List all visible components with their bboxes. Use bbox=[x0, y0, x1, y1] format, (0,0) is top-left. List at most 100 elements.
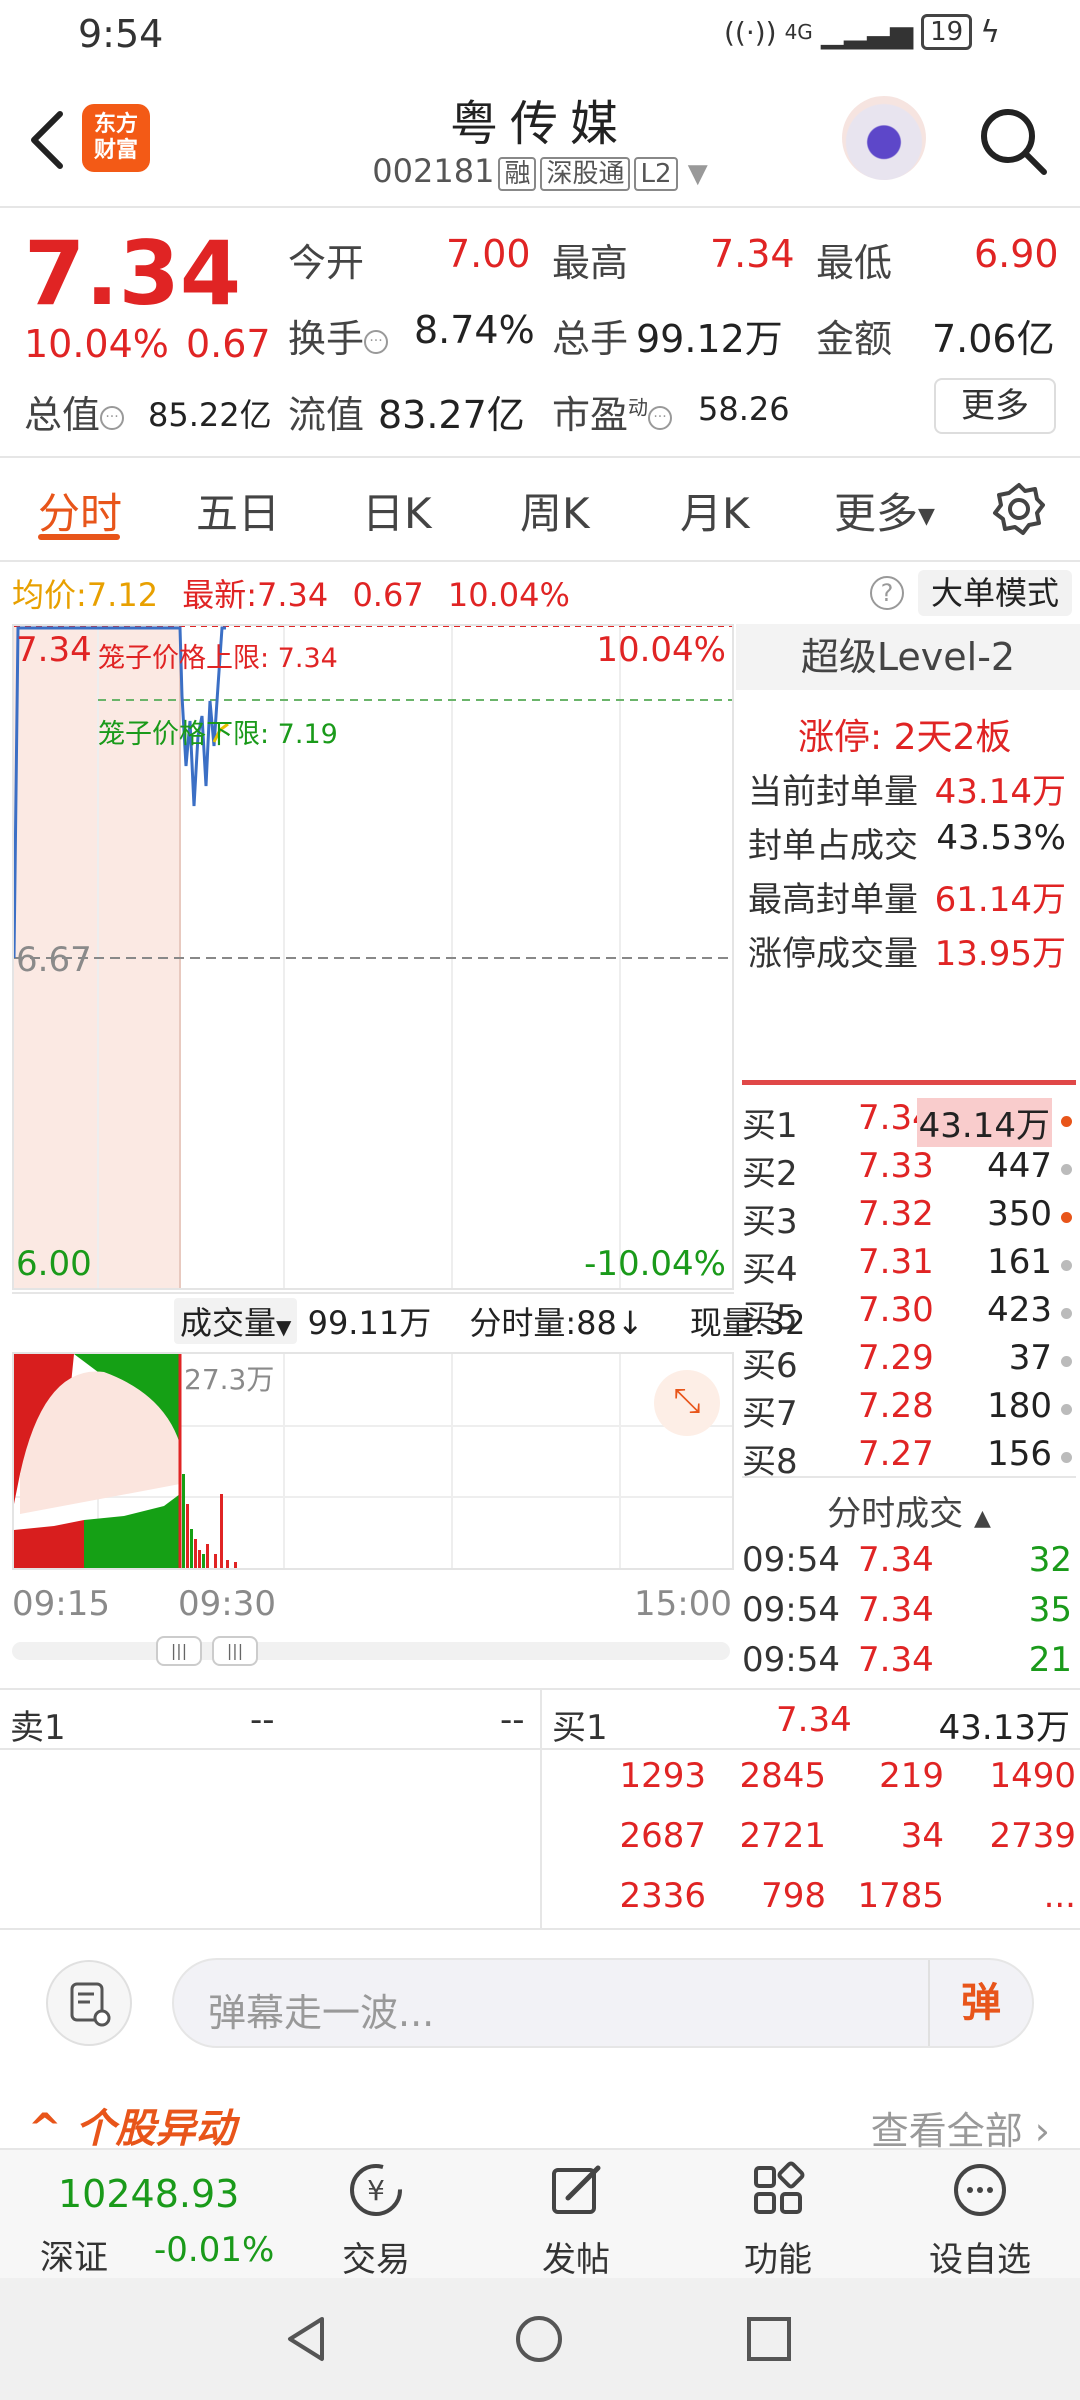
index-change[interactable]: -0.01% bbox=[154, 2230, 274, 2270]
bid-row[interactable]: 买1 7.34 43.14万 bbox=[742, 1098, 1076, 1147]
danmu-send-button[interactable]: 弹 bbox=[928, 1960, 1032, 2046]
caret-down-icon: ▼ bbox=[918, 504, 935, 529]
high-value: 7.34 bbox=[710, 232, 795, 276]
info-dot-icon[interactable]: ··· bbox=[100, 405, 125, 430]
pe-value: 58.26 bbox=[698, 390, 790, 428]
auction-red-base bbox=[14, 1520, 84, 1568]
turnover-value: 8.74% bbox=[414, 308, 535, 352]
bid-price: 7.31 bbox=[858, 1242, 934, 1282]
tab-monthly-k[interactable]: 月K bbox=[680, 480, 750, 541]
nav-function-label: 功能 bbox=[744, 2240, 812, 2280]
nav-add-watchlist-label: 设自选 bbox=[929, 2240, 1031, 2280]
bid-qty: 156 bbox=[987, 1434, 1052, 1474]
level2-title[interactable]: 超级Level-2 bbox=[736, 624, 1080, 690]
volume-bar-row: 成交量▼ 99.11万 分时量:88↓ 现量:32 bbox=[174, 1298, 805, 1344]
low-label: 最低 bbox=[816, 241, 893, 285]
tick-qty: 32 bbox=[1028, 1540, 1072, 1580]
tab-more[interactable]: 更多▼ bbox=[834, 480, 935, 541]
tab-daily-k[interactable]: 日K bbox=[362, 480, 432, 541]
index-value[interactable]: 10248.93 bbox=[58, 2172, 239, 2216]
bid-price: 7.29 bbox=[858, 1338, 934, 1378]
robot-avatar[interactable] bbox=[842, 96, 926, 180]
bid-row[interactable]: 买4 7.31 161 bbox=[742, 1242, 1076, 1290]
info-dot-icon[interactable]: ··· bbox=[648, 405, 673, 430]
bid-price: 7.32 bbox=[858, 1194, 934, 1234]
anomaly-section-title[interactable]: ^ 个股异动 bbox=[28, 2096, 235, 2154]
chart-mid-price: 6.67 bbox=[16, 940, 92, 980]
chart-scrollbar[interactable] bbox=[12, 1642, 730, 1660]
system-recents-icon[interactable] bbox=[744, 2314, 794, 2364]
volume-svg bbox=[14, 1354, 732, 1568]
board-buy-price: 7.34 bbox=[776, 1700, 852, 1740]
svg-text:¥: ¥ bbox=[367, 2174, 385, 2207]
tick-time: 09:54 bbox=[742, 1640, 840, 1680]
queue-order-qty: 2739 bbox=[989, 1816, 1076, 1856]
divider bbox=[0, 1928, 1080, 1930]
bid-price: 7.33 bbox=[858, 1146, 934, 1186]
l2-row-value: 61.14万 bbox=[934, 880, 1066, 920]
bid-qty: 350 bbox=[987, 1194, 1052, 1234]
avg-value: 7.12 bbox=[86, 576, 159, 614]
more-button[interactable]: 更多 bbox=[934, 378, 1056, 434]
volume-selector[interactable]: 成交量▼ bbox=[174, 1298, 298, 1344]
tab-weekly-k[interactable]: 周K bbox=[520, 480, 590, 541]
intraday-chart[interactable]: 7.34 笼子价格上限: 7.34 10.04% 笼子价格下限: 7.19 6.… bbox=[12, 624, 734, 1290]
scroll-handle-left[interactable]: ||| bbox=[156, 1636, 202, 1666]
volume-chart[interactable]: 27.3万 ⤡ bbox=[12, 1352, 734, 1570]
queue-order-qty: 34 bbox=[900, 1816, 944, 1856]
danmu-settings-icon[interactable] bbox=[46, 1960, 132, 2046]
bid-row[interactable]: 买7 7.28 180 bbox=[742, 1386, 1076, 1434]
ticks-title[interactable]: 分时成交 ▲ bbox=[742, 1486, 1076, 1535]
network-label: 4G bbox=[784, 20, 813, 44]
dropdown-icon[interactable]: ▼ bbox=[688, 159, 708, 189]
bid-row[interactable]: 买6 7.29 37 bbox=[742, 1338, 1076, 1386]
bid-dot-icon bbox=[1061, 1404, 1072, 1415]
nav-trade[interactable]: ¥ 交易 bbox=[306, 2160, 446, 2280]
system-home-icon[interactable] bbox=[514, 2314, 564, 2364]
search-icon[interactable] bbox=[978, 106, 1048, 176]
battery-icon: 19 bbox=[921, 14, 973, 50]
see-all-link[interactable]: 查看全部 › bbox=[871, 2100, 1050, 2155]
l2-row-value: 13.95万 bbox=[934, 934, 1066, 974]
scroll-handle-right[interactable]: ||| bbox=[212, 1636, 258, 1666]
tab-intraday[interactable]: 分时 bbox=[38, 480, 122, 541]
big-order-mode-button[interactable]: 大单模式 bbox=[918, 570, 1072, 616]
nav-post[interactable]: 发帖 bbox=[506, 2160, 646, 2280]
tick-row: 09:54 7.34 21 bbox=[742, 1640, 1076, 1688]
nav-function[interactable]: 功能 bbox=[708, 2160, 848, 2280]
settings-gear-icon[interactable] bbox=[992, 482, 1046, 536]
limit-up-info: 涨停: 2天2板 bbox=[798, 717, 1012, 758]
grid-icon bbox=[754, 2161, 805, 2214]
tick-qty: 21 bbox=[1028, 1640, 1072, 1680]
l2-row-label: 当前封单量 bbox=[748, 772, 918, 812]
tick-qty: 35 bbox=[1028, 1590, 1072, 1630]
chart-top-price: 7.34 bbox=[16, 630, 92, 670]
tick-time: 09:54 bbox=[742, 1590, 840, 1630]
nav-add-watchlist[interactable]: 设自选 bbox=[910, 2160, 1050, 2280]
expand-icon[interactable]: ⤡ bbox=[654, 1370, 720, 1436]
tick-row: 09:54 7.34 35 bbox=[742, 1590, 1076, 1638]
volume-label: 成交量 bbox=[180, 1304, 277, 1342]
queue-order-qty: 2687 bbox=[619, 1816, 706, 1856]
bid-qty: 447 bbox=[987, 1146, 1052, 1186]
amount-value: 7.06亿 bbox=[932, 317, 1055, 361]
bid-row[interactable]: 买8 7.27 156 bbox=[742, 1434, 1076, 1482]
mktcap-value: 85.22亿 bbox=[148, 396, 272, 434]
current-price: 7.34 bbox=[24, 222, 242, 325]
ticks-title-label: 分时成交 bbox=[827, 1494, 964, 1534]
board-buy-qty: 43.13万 bbox=[938, 1708, 1070, 1748]
index-name[interactable]: 深证 bbox=[40, 2230, 108, 2279]
bid-row[interactable]: 买3 7.32 350 bbox=[742, 1194, 1076, 1242]
bid-dot-icon bbox=[1061, 1212, 1072, 1223]
board-sell-qty: -- bbox=[500, 1700, 525, 1740]
caret-down-icon: ▼ bbox=[276, 1315, 292, 1339]
system-back-icon[interactable] bbox=[282, 2314, 332, 2364]
help-icon[interactable]: ? bbox=[870, 576, 904, 610]
info-dot-icon[interactable]: ··· bbox=[364, 329, 389, 354]
tab-five-day[interactable]: 五日 bbox=[196, 480, 280, 541]
buy-order-queue: 1293 2845 219 1490 2687 2721 34 2739 2336 798 1785… bbox=[542, 1756, 1080, 1936]
more-dots-icon bbox=[954, 2164, 1006, 2216]
latest-value: 7.34 bbox=[257, 576, 329, 614]
bid-row[interactable]: 买2 7.33 447 bbox=[742, 1146, 1076, 1194]
l2-row-value: 43.14万 bbox=[934, 772, 1066, 812]
